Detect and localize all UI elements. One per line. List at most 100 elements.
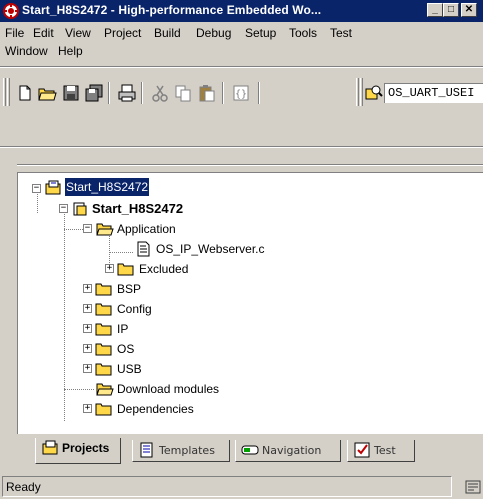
- tree-project-label[interactable]: Start_H8S2472: [92, 199, 183, 219]
- tree-row-os[interactable]: + OS: [18, 339, 478, 359]
- collapse-icon[interactable]: −: [83, 224, 92, 233]
- projects-tab-icon: [42, 440, 58, 455]
- ide-window: Start_H8S2472 - High-performance Embedde…: [0, 0, 483, 499]
- tree-row-application[interactable]: − Application: [18, 219, 478, 239]
- tree-row-excluded[interactable]: + Excluded: [18, 259, 478, 279]
- folder-icon: [95, 403, 112, 416]
- minimize-button[interactable]: _: [427, 3, 443, 17]
- tab-navigation[interactable]: Navigation: [235, 440, 341, 462]
- status-text: Ready: [2, 476, 452, 497]
- tree-node-label[interactable]: Excluded: [139, 259, 188, 279]
- tree-node-label[interactable]: USB: [117, 359, 142, 379]
- tree-row-usb[interactable]: + USB: [18, 359, 478, 379]
- test-tab-icon: [354, 442, 370, 458]
- tab-test[interactable]: Test: [347, 440, 415, 462]
- save-all-icon[interactable]: [83, 82, 105, 104]
- toolbar2-grip[interactable]: [356, 78, 359, 106]
- tree-node-label[interactable]: Config: [117, 299, 152, 319]
- expand-icon[interactable]: +: [105, 264, 114, 273]
- tree-node-label[interactable]: OS_IP_Webserver.c: [156, 239, 265, 259]
- menu-debug[interactable]: Debug: [196, 24, 231, 42]
- panel-top-line: [17, 164, 483, 166]
- menu-separator: [0, 66, 483, 68]
- menu-setup[interactable]: Setup: [245, 24, 276, 42]
- project-tree[interactable]: − Start_H8S2472 − Start_H8S2472 − Applic…: [17, 172, 483, 434]
- cut-icon[interactable]: [149, 82, 171, 104]
- tree-row-project[interactable]: − Start_H8S2472: [18, 199, 478, 219]
- open-folder-icon[interactable]: [36, 82, 58, 104]
- expand-icon[interactable]: +: [83, 284, 92, 293]
- toolbar-grip[interactable]: [3, 78, 6, 106]
- expand-icon[interactable]: +: [83, 324, 92, 333]
- tree-node-label[interactable]: OS: [117, 339, 134, 359]
- svg-text:{}: {}: [235, 89, 247, 100]
- menu-view[interactable]: View: [65, 24, 91, 42]
- navigation-tab-icon: [241, 445, 259, 455]
- toolbar-separator-line: [0, 146, 483, 148]
- new-file-icon[interactable]: [14, 82, 36, 104]
- folder-open-icon: [96, 223, 114, 236]
- menu-help[interactable]: Help: [58, 42, 83, 60]
- search-combo[interactable]: OS_UART_USEI: [384, 83, 483, 103]
- folder-icon: [95, 323, 112, 336]
- toolbar-separator-3: [222, 82, 224, 104]
- toolbar-separator-2: [141, 82, 143, 104]
- print-icon[interactable]: [116, 82, 138, 104]
- menu-project[interactable]: Project: [104, 24, 141, 42]
- tab-templates[interactable]: Templates: [132, 440, 230, 462]
- expand-icon[interactable]: +: [83, 364, 92, 373]
- copy-icon[interactable]: [172, 82, 194, 104]
- save-icon[interactable]: [60, 82, 82, 104]
- tree-node-label[interactable]: BSP: [117, 279, 141, 299]
- menu-file[interactable]: File: [5, 24, 24, 42]
- tree-row-webserver[interactable]: OS_IP_Webserver.c: [18, 239, 478, 259]
- tree-row-config[interactable]: + Config: [18, 299, 478, 319]
- toolbar-separator-4: [258, 82, 260, 104]
- menu-build[interactable]: Build: [154, 24, 181, 42]
- templates-tab-icon: [140, 442, 153, 458]
- menu-test[interactable]: Test: [330, 24, 352, 42]
- tree-row-root[interactable]: − Start_H8S2472: [18, 177, 478, 199]
- close-button[interactable]: ✕: [461, 3, 477, 17]
- tab-label: Templates: [159, 444, 215, 457]
- tree-row-download[interactable]: Download modules: [18, 379, 478, 399]
- collapse-icon[interactable]: −: [59, 204, 68, 213]
- tree-node-label[interactable]: Download modules: [117, 379, 219, 399]
- tab-label: Test: [374, 444, 396, 457]
- expand-icon[interactable]: +: [83, 404, 92, 413]
- tab-label: Projects: [62, 441, 110, 455]
- toolbar-grip-2[interactable]: [7, 78, 10, 106]
- app-icon: [3, 3, 19, 19]
- title-bar[interactable]: Start_H8S2472 - High-performance Embedde…: [0, 0, 483, 22]
- tree-row-dependencies[interactable]: + Dependencies: [18, 399, 478, 419]
- find-in-files-icon[interactable]: [364, 83, 384, 103]
- tree-row-ip[interactable]: + IP: [18, 319, 478, 339]
- tab-projects[interactable]: Projects: [35, 438, 121, 464]
- tab-label: Navigation: [262, 444, 322, 457]
- tree-line: [64, 229, 83, 230]
- expand-icon[interactable]: +: [83, 304, 92, 313]
- braces-icon[interactable]: {}: [230, 82, 252, 104]
- menu-window[interactable]: Window: [5, 42, 48, 60]
- window-title: Start_H8S2472 - High-performance Embedde…: [22, 3, 322, 17]
- toolbar: {} OS_UART_USEI: [0, 76, 483, 112]
- tree-node-label[interactable]: Application: [117, 219, 176, 239]
- tree-row-bsp[interactable]: + BSP: [18, 279, 478, 299]
- c-file-icon: [137, 241, 150, 257]
- toolbar2-grip-2[interactable]: [360, 78, 363, 106]
- status-bar: Ready: [0, 474, 483, 499]
- project-icon: [73, 202, 87, 216]
- tree-node-label[interactable]: Dependencies: [117, 399, 194, 419]
- folder-icon: [117, 263, 134, 276]
- menu-edit[interactable]: Edit: [33, 24, 54, 42]
- expand-icon[interactable]: +: [83, 344, 92, 353]
- paste-icon[interactable]: [196, 82, 218, 104]
- tree-root-label[interactable]: Start_H8S2472: [63, 177, 151, 197]
- tree-node-label[interactable]: IP: [117, 319, 128, 339]
- folder-icon: [95, 343, 112, 356]
- menu-tools[interactable]: Tools: [289, 24, 317, 42]
- collapse-icon[interactable]: −: [32, 184, 41, 193]
- folder-icon: [95, 363, 112, 376]
- menu-bar: File Edit View Project Build Debug Setup…: [0, 22, 483, 62]
- maximize-button[interactable]: □: [443, 3, 459, 17]
